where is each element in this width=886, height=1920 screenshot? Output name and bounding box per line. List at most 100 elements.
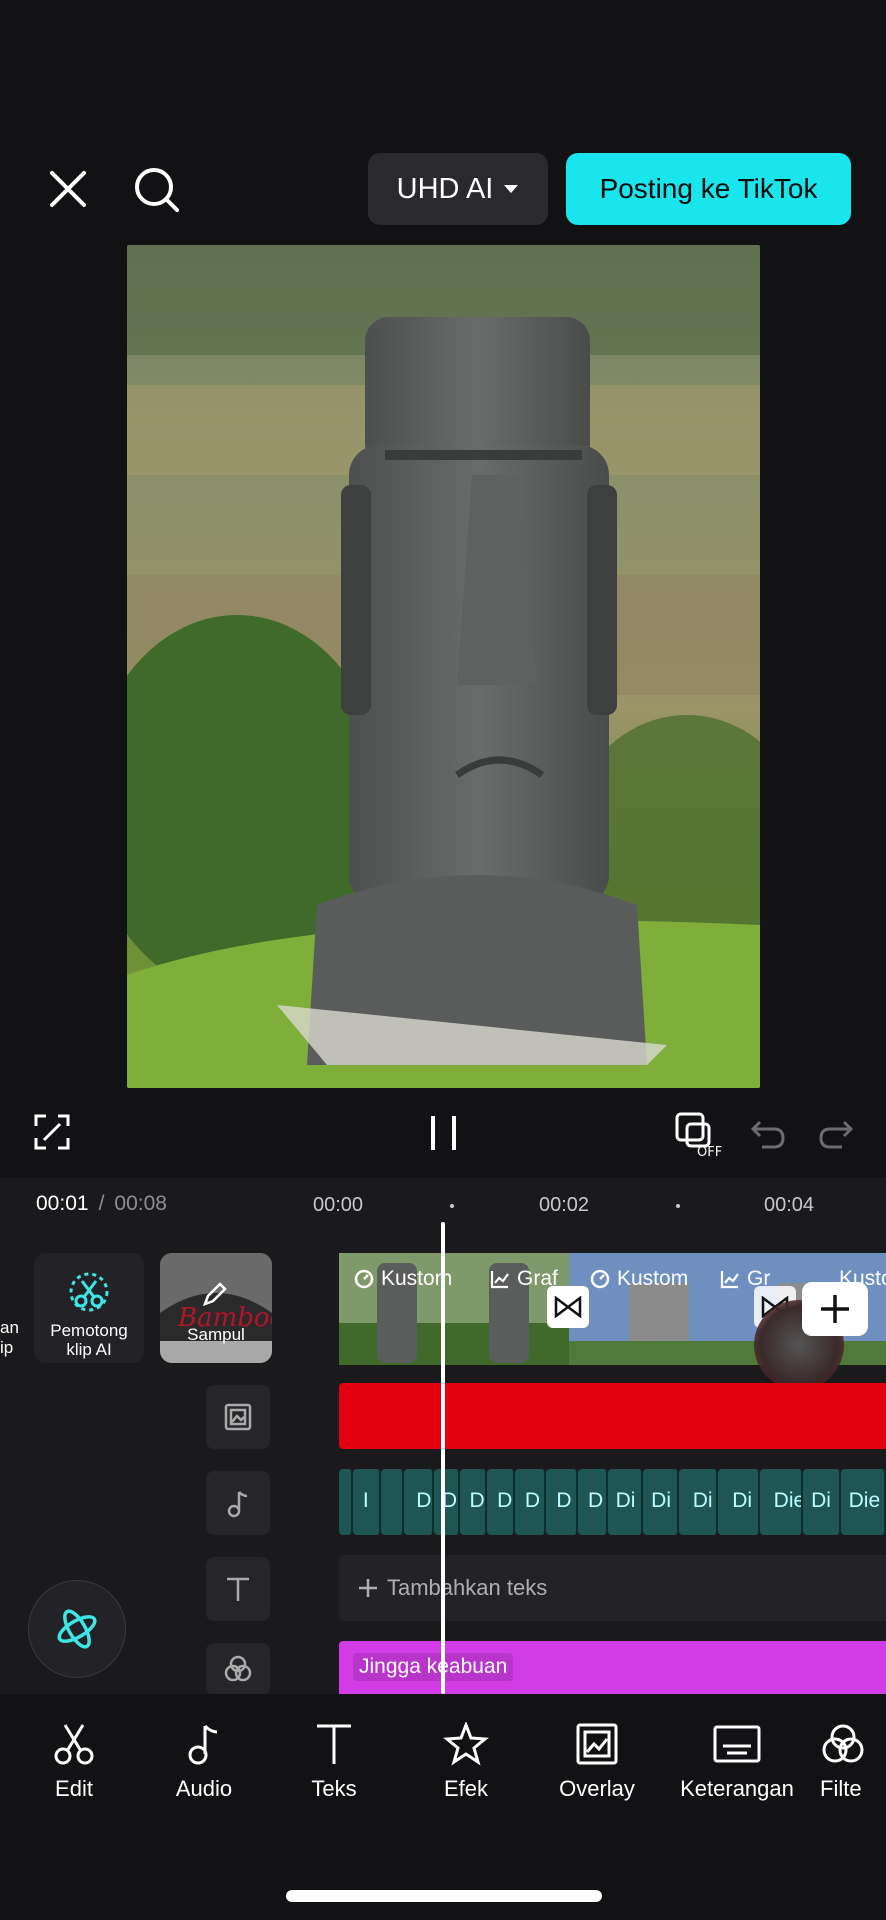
audio-segment[interactable]: Di bbox=[803, 1469, 841, 1535]
toolbar-label: Edit bbox=[55, 1776, 93, 1801]
toolbar-edit[interactable]: Edit bbox=[9, 1722, 139, 1802]
audio-segment-label: Die bbox=[848, 1489, 881, 1512]
audio-segment-label: D bbox=[416, 1489, 432, 1512]
close-icon[interactable] bbox=[42, 163, 94, 215]
toolbar-text[interactable]: Teks bbox=[269, 1722, 399, 1802]
audio-segment[interactable]: D bbox=[433, 1469, 460, 1535]
video-preview[interactable] bbox=[127, 245, 760, 1088]
svg-text:OFF: OFF bbox=[697, 1145, 722, 1158]
cover-label: Sampul bbox=[187, 1325, 245, 1344]
playhead[interactable] bbox=[441, 1222, 445, 1694]
audio-segment[interactable]: D bbox=[578, 1469, 608, 1535]
audio-segment[interactable]: D bbox=[546, 1469, 578, 1535]
plus-icon bbox=[821, 1295, 849, 1323]
transition-icon[interactable] bbox=[547, 1286, 589, 1328]
undo-icon[interactable] bbox=[748, 1116, 788, 1152]
audio-segment-label: Di bbox=[811, 1489, 831, 1512]
track-filter-icon[interactable] bbox=[206, 1643, 270, 1695]
ai-assistant-button[interactable] bbox=[28, 1580, 126, 1678]
audio-segment[interactable] bbox=[339, 1469, 353, 1535]
ai-cutter-label: Pemotong klip AI bbox=[50, 1321, 128, 1359]
graph-icon bbox=[490, 1271, 509, 1289]
overlay-track-clip[interactable] bbox=[339, 1383, 886, 1449]
filter-icon bbox=[822, 1724, 864, 1763]
redo-icon[interactable] bbox=[816, 1116, 856, 1152]
post-label: Posting ke TikTok bbox=[599, 173, 818, 204]
toolbar-overlay[interactable]: Overlay bbox=[532, 1722, 662, 1802]
tick-label: 00:00 bbox=[313, 1194, 364, 1216]
audio-segment[interactable]: Di bbox=[607, 1469, 644, 1535]
audio-segment-label: Die bbox=[773, 1489, 804, 1512]
graph-icon bbox=[720, 1271, 739, 1289]
post-to-tiktok-button[interactable]: Posting ke TikTok bbox=[566, 153, 851, 225]
tick-label: 00:02 bbox=[539, 1194, 590, 1216]
toolbar-captions[interactable]: Keterangan bbox=[671, 1722, 803, 1802]
tick-dot bbox=[676, 1204, 680, 1208]
partial-label: ip bbox=[0, 1338, 14, 1357]
audio-segment[interactable]: D bbox=[459, 1469, 488, 1535]
scissors-icon bbox=[54, 1724, 94, 1765]
partial-side-tool[interactable]: an ip bbox=[0, 1318, 19, 1358]
audio-segment-label: D bbox=[469, 1489, 485, 1512]
audio-segment-label: I bbox=[362, 1489, 369, 1512]
audio-segment[interactable]: D bbox=[514, 1469, 547, 1535]
audio-segment[interactable] bbox=[380, 1469, 405, 1535]
clip-effect-tag: Kustom bbox=[353, 1267, 452, 1291]
audio-segment[interactable]: Die bbox=[759, 1469, 804, 1535]
time-separator: / bbox=[98, 1192, 105, 1215]
audio-segment-label: D bbox=[588, 1489, 604, 1512]
audio-segment[interactable]: I bbox=[352, 1469, 381, 1535]
audio-segment-label: Di bbox=[651, 1489, 672, 1512]
time-display: 00:01 / 00:08 bbox=[36, 1192, 167, 1216]
toolbar-label: Efek bbox=[443, 1776, 489, 1801]
filter-label: Jingga keabuan bbox=[353, 1653, 514, 1681]
clip-effect-tag: Kustom bbox=[589, 1267, 688, 1291]
text-icon bbox=[317, 1724, 351, 1764]
ai-clip-cutter-button[interactable]: Pemotong klip AI bbox=[34, 1253, 144, 1363]
home-indicator[interactable] bbox=[286, 1890, 602, 1902]
overlay-icon bbox=[576, 1723, 618, 1765]
audio-segment-label: D bbox=[497, 1489, 513, 1512]
caret-down-icon bbox=[504, 185, 519, 193]
keyframe-off-icon[interactable]: OFF bbox=[673, 1110, 727, 1158]
partial-label: an bbox=[0, 1318, 19, 1337]
toolbar-filters[interactable]: Filte bbox=[820, 1722, 886, 1802]
audio-segment[interactable]: D bbox=[487, 1469, 515, 1535]
quality-label: UHD AI bbox=[396, 172, 494, 205]
fullscreen-icon[interactable] bbox=[32, 1112, 72, 1152]
ai-orbit-icon bbox=[57, 1609, 97, 1649]
audio-segment-label: D bbox=[524, 1489, 540, 1512]
current-time: 00:01 bbox=[36, 1192, 89, 1215]
audio-segment[interactable]: Di bbox=[678, 1469, 719, 1535]
tick-dot bbox=[450, 1204, 454, 1208]
audio-segment[interactable]: Di bbox=[643, 1469, 679, 1535]
total-time: 00:08 bbox=[114, 1192, 167, 1215]
add-text-button[interactable]: Tambahkan teks bbox=[339, 1555, 886, 1621]
audio-segment[interactable]: D bbox=[404, 1469, 434, 1535]
audio-segment-label: Di bbox=[692, 1489, 713, 1512]
ai-scissors-icon bbox=[69, 1272, 109, 1312]
audio-track[interactable]: I D D D D D D D Di Di Di Di Die Di Die bbox=[339, 1469, 886, 1535]
star-icon bbox=[443, 1722, 489, 1766]
plus-icon bbox=[359, 1579, 377, 1597]
toolbar-effects[interactable]: Efek bbox=[401, 1722, 531, 1802]
quality-dropdown-button[interactable]: UHD AI bbox=[368, 153, 548, 225]
toolbar-label: Keterangan bbox=[680, 1776, 794, 1801]
cover-button[interactable]: Bamboo Sampul bbox=[160, 1253, 272, 1363]
pause-icon[interactable] bbox=[426, 1112, 462, 1154]
audio-segment[interactable]: Die bbox=[840, 1469, 886, 1535]
track-text-icon[interactable] bbox=[206, 1557, 270, 1621]
tick-label: 00:04 bbox=[764, 1194, 815, 1216]
track-overlay-icon[interactable] bbox=[206, 1385, 270, 1449]
filter-track-clip[interactable]: Jingga keabuan bbox=[339, 1641, 886, 1694]
audio-segment[interactable]: Di bbox=[718, 1469, 760, 1535]
toolbar-label: Audio bbox=[175, 1776, 233, 1801]
toolbar-audio[interactable]: Audio bbox=[139, 1722, 269, 1802]
track-audio-icon[interactable] bbox=[206, 1471, 270, 1535]
toolbar-label: Filte bbox=[820, 1776, 862, 1801]
add-clip-button[interactable] bbox=[802, 1282, 868, 1336]
audio-segment-label: D bbox=[556, 1489, 572, 1512]
audio-segment-label: Di bbox=[732, 1489, 753, 1512]
search-icon[interactable] bbox=[130, 163, 184, 217]
clip-label: Kustom bbox=[617, 1267, 689, 1290]
